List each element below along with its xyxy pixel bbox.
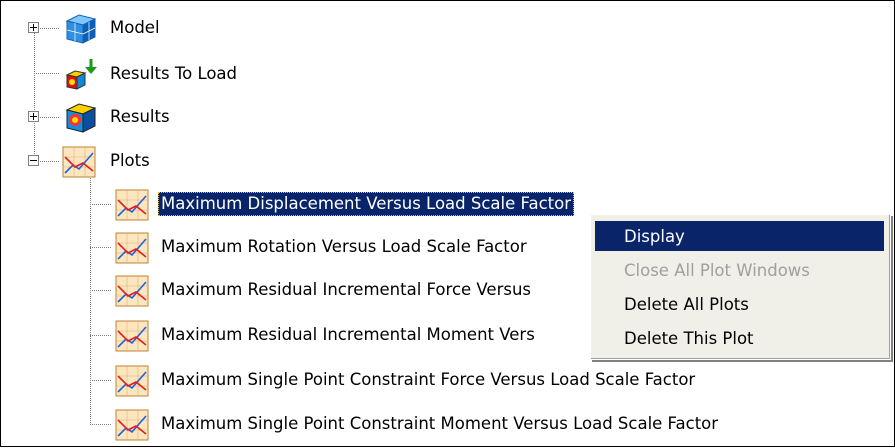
tree-node-results-to-load[interactable]: Results To Load — [107, 56, 240, 92]
plot-item-1[interactable]: Maximum Rotation Versus Load Scale Facto… — [158, 229, 530, 265]
plot-item-label: Maximum Residual Incremental Force Versu… — [161, 280, 532, 299]
plot-item-label: Maximum Residual Incremental Moment Vers — [161, 325, 535, 344]
tree-node-plots[interactable]: Plots — [107, 143, 153, 179]
plot-icon — [115, 232, 149, 264]
tree-panel: Model Results To Load Results Plots Maxi… — [0, 0, 895, 447]
menu-item-close-all-plot-windows[interactable]: Close All Plot Windows — [595, 255, 884, 285]
tree-node-label: Plots — [110, 151, 150, 170]
tree-node-results[interactable]: Results — [107, 99, 173, 135]
plot-item-label: Maximum Single Point Constraint Moment V… — [161, 414, 719, 433]
menu-item-label: Delete This Plot — [624, 328, 754, 348]
plot-icon — [115, 189, 149, 221]
menu-item-delete-all-plots[interactable]: Delete All Plots — [595, 289, 884, 319]
plot-item-3[interactable]: Maximum Residual Incremental Moment Vers — [158, 317, 538, 353]
menu-item-delete-this-plot[interactable]: Delete This Plot — [595, 323, 884, 353]
plot-item-5[interactable]: Maximum Single Point Constraint Moment V… — [158, 406, 721, 442]
results-to-load-icon — [65, 59, 97, 90]
menu-item-display[interactable]: Display — [595, 221, 884, 251]
plot-icon — [115, 320, 149, 352]
menu-item-label: Display — [624, 226, 685, 246]
plot-item-label: Maximum Single Point Constraint Force Ve… — [161, 370, 696, 389]
plot-item-0[interactable]: Maximum Displacement Versus Load Scale F… — [158, 186, 575, 222]
model-cube-icon — [65, 14, 97, 44]
plot-icon — [62, 146, 96, 178]
expand-toggle-model[interactable] — [28, 22, 39, 33]
expand-toggle-results[interactable] — [28, 111, 39, 122]
plot-item-4[interactable]: Maximum Single Point Constraint Force Ve… — [158, 362, 698, 398]
plot-icon — [115, 365, 149, 397]
plot-icon — [115, 275, 149, 307]
plot-item-2[interactable]: Maximum Residual Incremental Force Versu… — [158, 272, 534, 308]
collapse-toggle-plots[interactable] — [28, 155, 39, 166]
plot-item-label: Maximum Displacement Versus Load Scale F… — [158, 192, 575, 216]
results-cube-icon — [65, 103, 97, 133]
tree-node-label: Model — [110, 18, 160, 37]
tree-node-model[interactable]: Model — [107, 10, 163, 46]
plot-icon — [115, 409, 149, 441]
plot-item-label: Maximum Rotation Versus Load Scale Facto… — [161, 237, 527, 256]
tree-node-label: Results To Load — [110, 64, 238, 83]
menu-item-label: Delete All Plots — [624, 294, 749, 314]
menu-item-label: Close All Plot Windows — [624, 260, 810, 280]
context-menu: Display Close All Plot Windows Delete Al… — [590, 214, 891, 360]
tree-node-label: Results — [110, 107, 170, 126]
